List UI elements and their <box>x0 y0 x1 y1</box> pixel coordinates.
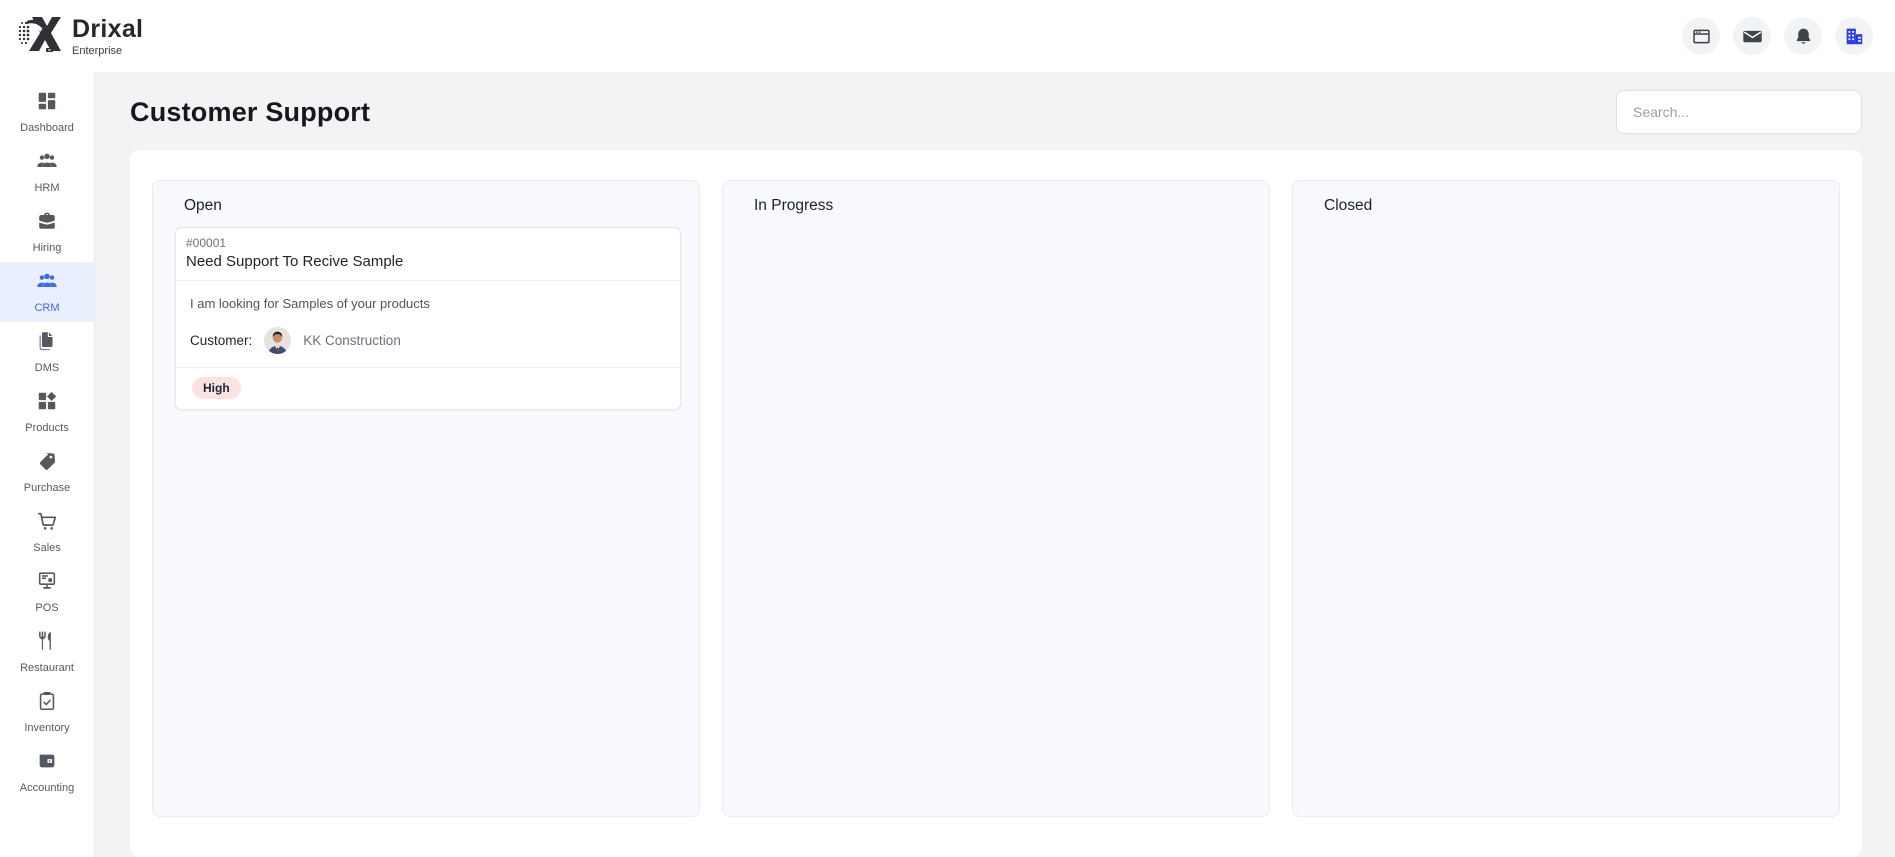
page-header-row: Customer Support <box>130 88 1862 136</box>
sidebar-label: CRM <box>34 302 60 314</box>
sidebar-item-dashboard[interactable]: Dashboard <box>0 82 94 142</box>
sidebar-item-sales[interactable]: Sales <box>0 502 94 562</box>
priority-badge: High <box>192 377 241 399</box>
sidebar-label: POS <box>35 602 59 614</box>
sidebar-item-hrm[interactable]: HRM <box>0 142 94 202</box>
brand-logo[interactable]: Drixal Enterprise <box>16 13 143 60</box>
sidebar-label: Purchase <box>23 482 71 494</box>
dashboard-icon <box>36 90 58 117</box>
ticket-customer-row: Customer: KK Construction <box>190 327 666 354</box>
window-icon <box>1691 26 1712 47</box>
sidebar-label: Restaurant <box>20 662 74 674</box>
sidebar-item-inventory[interactable]: Inventory <box>0 682 94 742</box>
sidebar-item-pos[interactable]: POS <box>0 562 94 622</box>
customer-label: Customer: <box>190 333 253 348</box>
customer-avatar <box>264 327 292 354</box>
customer-name: KK Construction <box>303 333 401 348</box>
cart-icon <box>36 510 58 537</box>
sidebar-label: Dashboard <box>20 122 74 134</box>
kanban-board: Open #00001 Need Support To Recive Sampl… <box>130 150 1862 857</box>
header-actions <box>1682 17 1873 55</box>
column-title: Closed <box>1324 197 1373 214</box>
sidebar-label: HRM <box>34 182 60 194</box>
notifications-button[interactable] <box>1784 17 1822 55</box>
ticket-title: Need Support To Recive Sample <box>186 253 404 270</box>
mail-button[interactable] <box>1733 17 1771 55</box>
page-title: Customer Support <box>130 96 371 127</box>
sidebar-item-products[interactable]: Products <box>0 382 94 442</box>
kanban-column-in-progress: In Progress <box>722 180 1270 817</box>
brand-name: Drixal <box>72 15 144 43</box>
ticket-card-header: #00001 Need Support To Recive Sample <box>176 228 680 281</box>
people-icon <box>35 150 59 177</box>
sidebar-label: DMS <box>34 362 60 374</box>
clipboard-check-icon <box>36 690 58 717</box>
register-icon <box>36 570 58 597</box>
briefcase-icon <box>36 210 58 237</box>
ticket-card-body: I am looking for Samples of your product… <box>176 281 680 368</box>
people-icon <box>35 270 59 297</box>
ticket-card-footer: High <box>176 368 680 409</box>
sidebar-item-restaurant[interactable]: Restaurant <box>0 622 94 682</box>
drixal-x-logo-icon <box>16 13 62 60</box>
bell-icon <box>1793 26 1814 47</box>
brand-subtitle: Enterprise <box>72 45 123 57</box>
mail-icon <box>1742 26 1763 47</box>
sidebar-item-accounting[interactable]: Accounting <box>0 742 94 802</box>
sidebar-item-hiring[interactable]: Hiring <box>0 202 94 262</box>
sidebar-item-purchase[interactable]: Purchase <box>0 442 94 502</box>
column-title: In Progress <box>754 197 834 214</box>
kanban-column-closed: Closed <box>1292 180 1840 817</box>
sidebar-label: Hiring <box>32 242 62 254</box>
ticket-description: I am looking for Samples of your product… <box>190 296 430 311</box>
ticket-id: #00001 <box>186 236 227 250</box>
column-title: Open <box>184 197 222 214</box>
cutlery-icon <box>36 630 58 657</box>
grid-diamond-icon <box>36 390 58 417</box>
sidebar-label: Sales <box>33 542 61 554</box>
document-icon <box>36 330 58 357</box>
sidebar-label: Accounting <box>19 782 75 794</box>
sidebar-nav: Dashboard HRM Hiring CRM DMS Products Pu… <box>0 72 95 857</box>
company-button[interactable] <box>1835 17 1873 55</box>
window-button[interactable] <box>1682 17 1720 55</box>
top-header: Drixal Enterprise <box>0 0 1895 72</box>
search-input[interactable] <box>1616 90 1862 134</box>
sidebar-label: Inventory <box>24 722 70 734</box>
kanban-column-open: Open #00001 Need Support To Recive Sampl… <box>152 180 700 817</box>
tag-icon <box>36 450 58 477</box>
sidebar-label: Products <box>25 422 69 434</box>
sidebar-item-dms[interactable]: DMS <box>0 322 94 382</box>
sidebar-item-crm[interactable]: CRM <box>0 262 94 322</box>
company-building-icon <box>1843 25 1865 47</box>
wallet-icon <box>36 750 58 777</box>
main-content: Customer Support Open #00001 Need Suppor… <box>95 72 1895 857</box>
ticket-card[interactable]: #00001 Need Support To Recive Sample I a… <box>175 227 681 410</box>
